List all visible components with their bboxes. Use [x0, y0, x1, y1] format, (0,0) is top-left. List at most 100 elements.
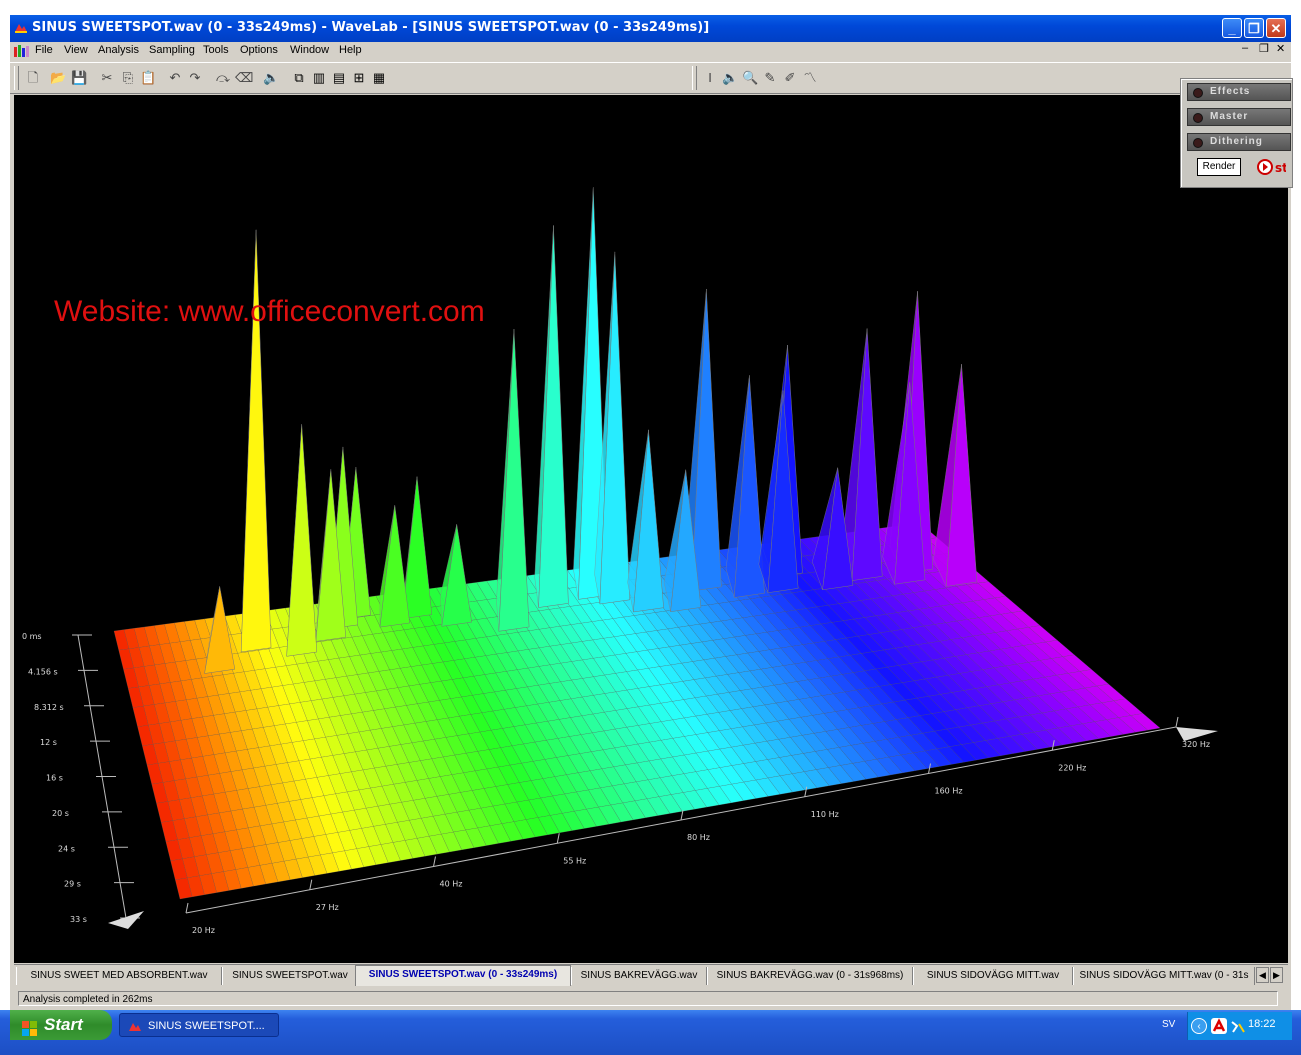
menu-tools[interactable]: Tools — [203, 44, 229, 56]
status-text: Analysis completed in 262ms — [18, 991, 1278, 1006]
svg-text:st: st — [1275, 161, 1286, 175]
open-folder-icon[interactable]: 📂 — [50, 70, 66, 86]
redo-icon[interactable]: ↷ — [187, 70, 203, 86]
pen-icon[interactable]: ✐ — [782, 70, 798, 86]
spectrum-3d-plot: 0 ms 4.156 s 8.312 s 12 s 16 s 20 s 24 s 29 s 33… — [22, 187, 1218, 935]
workspace-icon[interactable]: ▦ — [371, 70, 387, 86]
document-tabs: SINUS SWEET MED ABSORBENT.wav SINUS SWEE… — [14, 964, 1288, 987]
mdi-minimize-button[interactable]: – — [1242, 42, 1248, 54]
tile-vertical-icon[interactable]: ▥ — [311, 70, 327, 86]
toolbar-grip-2[interactable] — [692, 66, 697, 90]
window-title: SINUS SWEETSPOT.wav (0 - 33s249ms) - Wav… — [32, 20, 710, 35]
tab-sinus-bakrevagg-range[interactable]: SINUS BAKREVÄGG.wav (0 - 31s968ms) — [707, 967, 913, 985]
tab-sinus-sweetspot-range[interactable]: SINUS SWEETSPOT.wav (0 - 33s249ms) — [355, 965, 571, 986]
effects-button[interactable]: Effects — [1187, 83, 1291, 101]
time-axis-label: 8.312 s — [34, 703, 64, 712]
time-axis-label: 20 s — [52, 809, 69, 818]
mdi-close-button[interactable]: ✕ — [1276, 42, 1285, 55]
speaker-tool-icon[interactable]: 🔈 — [722, 70, 738, 86]
freq-axis-label: 110 Hz — [811, 810, 839, 819]
arrange-icon[interactable]: ⊞ — [351, 70, 367, 86]
menu-analysis[interactable]: Analysis — [98, 44, 139, 56]
title-bar[interactable]: SINUS SWEETSPOT.wav (0 - 33s249ms) - Wav… — [10, 15, 1291, 42]
tab-sinus-sweetspot[interactable]: SINUS SWEETSPOT.wav — [222, 967, 358, 985]
time-axis-label: 24 s — [58, 844, 75, 853]
system-tray: ‹ — [1187, 1012, 1292, 1040]
antivirus-icon[interactable] — [1211, 1018, 1227, 1034]
time-axis-label: 33 s — [70, 915, 87, 924]
freq-axis-arrow-icon — [1176, 727, 1218, 741]
window-cascade-icon[interactable]: ⧉ — [291, 70, 307, 86]
undo-icon[interactable]: ↶ — [167, 70, 183, 86]
freq-axis-label: 40 Hz — [440, 880, 463, 889]
cut-icon[interactable]: ✂ — [99, 70, 115, 86]
time-axis-label: 16 s — [46, 774, 63, 783]
toolbar-grip[interactable] — [14, 66, 19, 90]
zoom-icon[interactable]: 🔍 — [742, 70, 758, 86]
time-axis-label: 0 ms — [22, 632, 42, 641]
render-button[interactable]: Render — [1197, 158, 1241, 176]
close-button[interactable]: ✕ — [1266, 18, 1286, 38]
dithering-led-icon — [1193, 138, 1203, 148]
tab-sinus-sweet-med-absorbent[interactable]: SINUS SWEET MED ABSORBENT.wav — [16, 967, 222, 985]
tab-sinus-sidovagg-mitt[interactable]: SINUS SIDOVÄGG MITT.wav — [913, 967, 1073, 985]
menu-help[interactable]: Help — [339, 44, 362, 56]
master-led-icon — [1193, 113, 1203, 123]
restore-button[interactable]: ❐ — [1244, 18, 1264, 38]
freq-axis-label: 20 Hz — [192, 926, 215, 935]
time-axis-arrow-icon — [108, 911, 144, 929]
tile-horizontal-icon[interactable]: ▤ — [331, 70, 347, 86]
freq-axis-label: 220 Hz — [1058, 763, 1086, 772]
menu-options[interactable]: Options — [240, 44, 278, 56]
tray-expand-icon[interactable]: ‹ — [1191, 1018, 1207, 1034]
copy-icon[interactable]: ⎘ — [120, 70, 136, 86]
save-icon[interactable]: 💾 — [71, 70, 87, 86]
time-axis-label: 4.156 s — [28, 667, 58, 676]
app-icon — [14, 21, 28, 35]
jump-icon[interactable]: ⤼ — [215, 70, 231, 86]
clock: 18:22 — [1248, 1018, 1276, 1030]
menu-window[interactable]: Window — [290, 44, 329, 56]
speaker-icon[interactable]: 🔈 — [263, 70, 279, 86]
freq-axis-label: 160 Hz — [935, 787, 963, 796]
text-cursor-icon[interactable]: I — [702, 70, 718, 86]
freq-axis-label: 27 Hz — [316, 903, 339, 912]
freq-axis-label: 80 Hz — [687, 833, 710, 842]
watermark-text: Website: www.officeconvert.com — [54, 295, 485, 328]
eraser-icon[interactable]: ⌫ — [235, 70, 253, 86]
wavelab-icon — [128, 1019, 142, 1033]
toolbar: 🗋 📂 💾 ✂ ⎘ 📋 ↶ ↷ ⤼ ⌫ 🔈 ⧉ ▥ ▤ ⊞ ▦ I 🔈 🔍 ✎ … — [10, 62, 1291, 94]
time-axis-label: 29 s — [64, 880, 81, 889]
pencil-icon[interactable]: ✎ — [762, 70, 778, 86]
windows-logo-icon — [22, 1017, 38, 1036]
play-circle-icon[interactable]: st — [1256, 158, 1286, 176]
language-indicator[interactable]: SV — [1162, 1019, 1175, 1030]
network-icon[interactable] — [1230, 1018, 1246, 1034]
menu-sampling[interactable]: Sampling — [149, 44, 195, 56]
taskbar-item-wavelab[interactable]: SINUS SWEETSPOT.... — [119, 1013, 279, 1037]
start-button[interactable]: Start — [10, 1010, 112, 1040]
tab-scroll-left-icon[interactable]: ◀ — [1256, 967, 1269, 983]
doc-icon — [14, 45, 30, 57]
spectrum-view[interactable]: 0 ms 4.156 s 8.312 s 12 s 16 s 20 s 24 s 29 s 33… — [14, 95, 1288, 963]
envelope-tool-icon[interactable]: 〽 — [802, 70, 818, 86]
new-file-icon[interactable]: 🗋 — [25, 70, 41, 86]
mdi-restore-button[interactable]: ❐ — [1259, 42, 1269, 55]
freq-axis-label: 320 Hz — [1182, 740, 1210, 749]
start-label: Start — [44, 1015, 83, 1034]
effects-led-icon — [1193, 88, 1203, 98]
tab-sinus-bakrevagg[interactable]: SINUS BAKREVÄGG.wav — [571, 967, 707, 985]
menu-view[interactable]: View — [64, 44, 88, 56]
master-button[interactable]: Master — [1187, 108, 1291, 126]
dithering-button[interactable]: Dithering — [1187, 133, 1291, 151]
freq-axis-label: 55 Hz — [563, 856, 586, 865]
tab-sinus-sidovagg-mitt-range[interactable]: SINUS SIDOVÄGG MITT.wav (0 - 31s — [1073, 967, 1255, 985]
time-axis-label: 12 s — [40, 738, 57, 747]
menu-file[interactable]: File — [35, 44, 53, 56]
paste-icon[interactable]: 📋 — [140, 70, 156, 86]
taskbar-item-label: SINUS SWEETSPOT.... — [148, 1020, 265, 1032]
menu-bar: File View Analysis Sampling Tools Option… — [10, 42, 1291, 61]
status-bar: Analysis completed in 262ms — [14, 989, 1288, 1009]
tab-scroll-right-icon[interactable]: ▶ — [1270, 967, 1283, 983]
minimize-button[interactable]: _ — [1222, 18, 1242, 38]
